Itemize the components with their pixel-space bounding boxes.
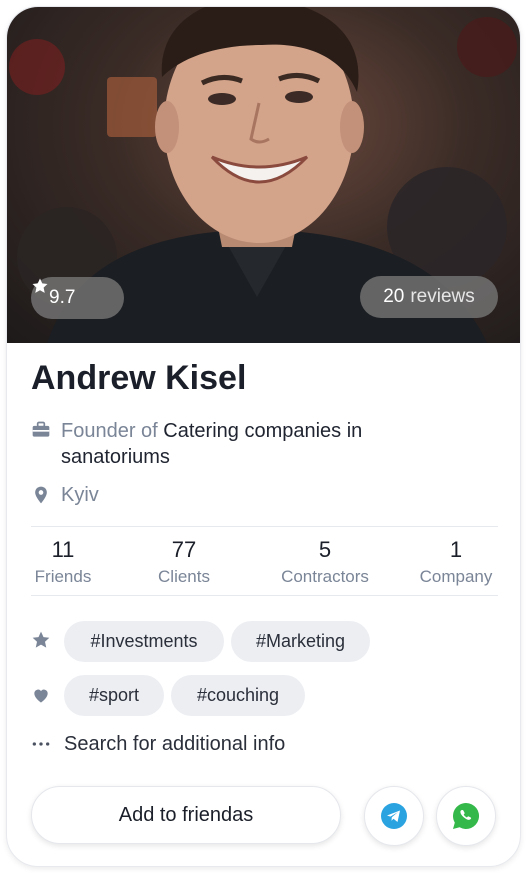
location-pin-icon <box>35 486 47 504</box>
profile-photo: 9.7 20 reviews <box>7 7 520 343</box>
star-icon <box>32 278 48 293</box>
divider-bottom <box>31 595 498 596</box>
stat-label: Company <box>419 567 493 586</box>
reviews-count: 20 <box>383 286 405 307</box>
stat-contractors[interactable]: 5 Contractors <box>270 537 380 587</box>
reviews-label: reviews <box>410 286 475 307</box>
stat-value: 1 <box>449 537 463 562</box>
hobby-tag[interactable]: #sport <box>64 675 164 716</box>
profile-name: Andrew Kisel <box>31 359 247 397</box>
stat-friends[interactable]: 11 Friends <box>21 537 105 587</box>
rating-value: 9.7 <box>49 287 76 308</box>
rating-badge: 9.7 <box>31 277 124 319</box>
interest-tag[interactable]: #Marketing <box>231 621 370 662</box>
hobby-tag[interactable]: #couching <box>171 675 305 716</box>
reviews-button[interactable]: 20 reviews <box>360 276 498 318</box>
whatsapp-icon <box>453 803 480 829</box>
stat-label: Friends <box>34 567 92 586</box>
stat-value: 11 <box>51 537 75 562</box>
more-dots-icon <box>32 742 50 746</box>
profile-card: 9.7 20 reviews Andrew Kisel Founder of C… <box>6 6 521 867</box>
job-prefix: Founder of <box>61 420 158 442</box>
add-friend-button[interactable]: Add to friendas <box>31 786 341 844</box>
telegram-button[interactable] <box>364 786 424 846</box>
city: Kyiv <box>61 484 99 506</box>
interest-tag[interactable]: #Investments <box>64 621 224 662</box>
stat-value: 77 <box>171 537 197 562</box>
additional-info-link[interactable]: Search for additional info <box>64 733 285 756</box>
briefcase-icon <box>32 421 50 437</box>
heart-icon <box>34 689 48 703</box>
stat-clients[interactable]: 77 Clients <box>142 537 226 587</box>
stat-company[interactable]: 1 Company <box>409 537 503 587</box>
stat-value: 5 <box>318 537 332 562</box>
star-icon <box>32 631 50 648</box>
stat-label: Clients <box>158 567 210 586</box>
job-description: Founder of Catering companies in sanator… <box>61 418 381 470</box>
divider-top <box>31 526 498 527</box>
whatsapp-button[interactable] <box>436 786 496 846</box>
telegram-icon <box>381 803 407 829</box>
stat-label: Contractors <box>281 567 369 586</box>
